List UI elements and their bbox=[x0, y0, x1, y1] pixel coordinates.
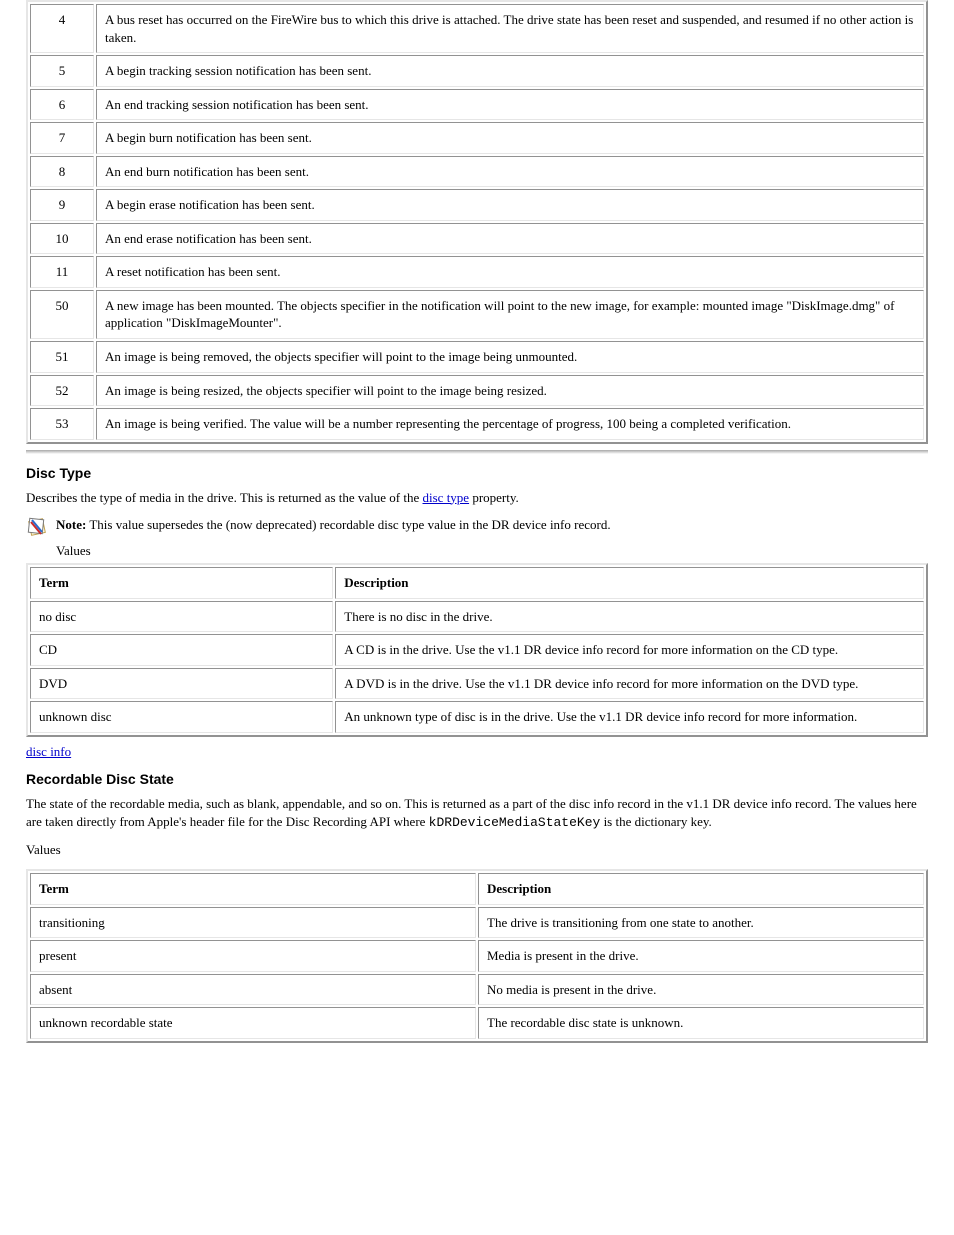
table-row: 52An image is being resized, the objects… bbox=[30, 375, 924, 407]
desc-cell: Media is present in the drive. bbox=[478, 940, 924, 972]
table-row: 4A bus reset has occurred on the FireWir… bbox=[30, 4, 924, 53]
notification-desc: An image is being verified. The value wi… bbox=[96, 408, 924, 440]
disc-type-intro: Describes the type of media in the drive… bbox=[26, 489, 928, 507]
notification-desc: An end tracking session notification has… bbox=[96, 89, 924, 121]
table-row: 50A new image has been mounted. The obje… bbox=[30, 290, 924, 339]
table-row: CDA CD is in the drive. Use the v1.1 DR … bbox=[30, 634, 924, 666]
notification-id: 9 bbox=[30, 189, 94, 221]
values-label: Values bbox=[56, 542, 611, 560]
notification-desc: A begin tracking session notification ha… bbox=[96, 55, 924, 87]
table-row: no discThere is no disc in the drive. bbox=[30, 601, 924, 633]
notification-id: 5 bbox=[30, 55, 94, 87]
desc-cell: An unknown type of disc is in the drive.… bbox=[335, 701, 924, 733]
col-desc: Description bbox=[335, 567, 924, 599]
notification-desc: A begin erase notification has been sent… bbox=[96, 189, 924, 221]
notification-id: 11 bbox=[30, 256, 94, 288]
col-desc: Description bbox=[478, 873, 924, 905]
notification-desc: A bus reset has occurred on the FireWire… bbox=[96, 4, 924, 53]
section-divider bbox=[26, 450, 928, 454]
table-row: DVDA DVD is in the drive. Use the v1.1 D… bbox=[30, 668, 924, 700]
table-row: unknown recordable stateThe recordable d… bbox=[30, 1007, 924, 1039]
desc-cell: A DVD is in the drive. Use the v1.1 DR d… bbox=[335, 668, 924, 700]
notification-id: 53 bbox=[30, 408, 94, 440]
table-row: absentNo media is present in the drive. bbox=[30, 974, 924, 1006]
desc-cell: There is no disc in the drive. bbox=[335, 601, 924, 633]
note-body: This value supersedes the (now deprecate… bbox=[89, 517, 610, 532]
desc-cell: A CD is in the drive. Use the v1.1 DR de… bbox=[335, 634, 924, 666]
table-row: 7A begin burn notification has been sent… bbox=[30, 122, 924, 154]
table-row: 51An image is being removed, the objects… bbox=[30, 341, 924, 373]
term-cell: no disc bbox=[30, 601, 333, 633]
notification-id: 7 bbox=[30, 122, 94, 154]
term-cell: unknown recordable state bbox=[30, 1007, 476, 1039]
disc-info-link[interactable]: disc info bbox=[26, 744, 71, 759]
recordable-state-table: Term Description transitioningThe drive … bbox=[26, 869, 928, 1043]
notification-id: 50 bbox=[30, 290, 94, 339]
notification-desc: An end erase notification has been sent. bbox=[96, 223, 924, 255]
table-row: 8An end burn notification has been sent. bbox=[30, 156, 924, 188]
notification-id: 6 bbox=[30, 89, 94, 121]
note-icon bbox=[26, 516, 48, 543]
col-term: Term bbox=[30, 873, 476, 905]
term-cell: absent bbox=[30, 974, 476, 1006]
note-block: Note: This value supersedes the (now dep… bbox=[26, 516, 928, 559]
notification-desc: An image is being removed, the objects s… bbox=[96, 341, 924, 373]
notification-id: 52 bbox=[30, 375, 94, 407]
heading-disc-type: Disc Type bbox=[26, 464, 928, 483]
notification-desc: An image is being resized, the objects s… bbox=[96, 375, 924, 407]
table-row: 5A begin tracking session notification h… bbox=[30, 55, 924, 87]
table-row: 53An image is being verified. The value … bbox=[30, 408, 924, 440]
note-label: Note: bbox=[56, 517, 86, 532]
notification-id: 4 bbox=[30, 4, 94, 53]
values-label: Values bbox=[26, 841, 928, 859]
table-row: presentMedia is present in the drive. bbox=[30, 940, 924, 972]
table-row: unknown discAn unknown type of disc is i… bbox=[30, 701, 924, 733]
notification-id: 10 bbox=[30, 223, 94, 255]
inline-text: property. bbox=[472, 490, 518, 505]
term-cell: CD bbox=[30, 634, 333, 666]
table-row: 10An end erase notification has been sen… bbox=[30, 223, 924, 255]
disc-type-property-link[interactable]: disc type bbox=[423, 490, 470, 505]
inline-text: is the dictionary key. bbox=[604, 814, 712, 829]
recordable-state-intro: The state of the recordable media, such … bbox=[26, 795, 928, 831]
table-row: 9A begin erase notification has been sen… bbox=[30, 189, 924, 221]
table-row: 11A reset notification has been sent. bbox=[30, 256, 924, 288]
notifications-table: 4A bus reset has occurred on the FireWir… bbox=[26, 0, 928, 444]
notification-desc: A begin burn notification has been sent. bbox=[96, 122, 924, 154]
table-row: 6An end tracking session notification ha… bbox=[30, 89, 924, 121]
term-cell: present bbox=[30, 940, 476, 972]
term-cell: transitioning bbox=[30, 907, 476, 939]
disc-type-table: Term Description no discThere is no disc… bbox=[26, 563, 928, 737]
notification-desc: An end burn notification has been sent. bbox=[96, 156, 924, 188]
notification-id: 8 bbox=[30, 156, 94, 188]
term-cell: unknown disc bbox=[30, 701, 333, 733]
inline-text: Describes the type of media in the drive… bbox=[26, 490, 423, 505]
heading-recordable-state: Recordable Disc State bbox=[26, 770, 928, 789]
notification-desc: A new image has been mounted. The object… bbox=[96, 290, 924, 339]
col-term: Term bbox=[30, 567, 333, 599]
desc-cell: The drive is transitioning from one stat… bbox=[478, 907, 924, 939]
table-row: transitioningThe drive is transitioning … bbox=[30, 907, 924, 939]
term-cell: DVD bbox=[30, 668, 333, 700]
desc-cell: The recordable disc state is unknown. bbox=[478, 1007, 924, 1039]
notification-id: 51 bbox=[30, 341, 94, 373]
inline-code: kDRDeviceMediaStateKey bbox=[429, 815, 601, 830]
desc-cell: No media is present in the drive. bbox=[478, 974, 924, 1006]
notification-desc: A reset notification has been sent. bbox=[96, 256, 924, 288]
disc-info-link-wrap: disc info bbox=[26, 743, 928, 761]
